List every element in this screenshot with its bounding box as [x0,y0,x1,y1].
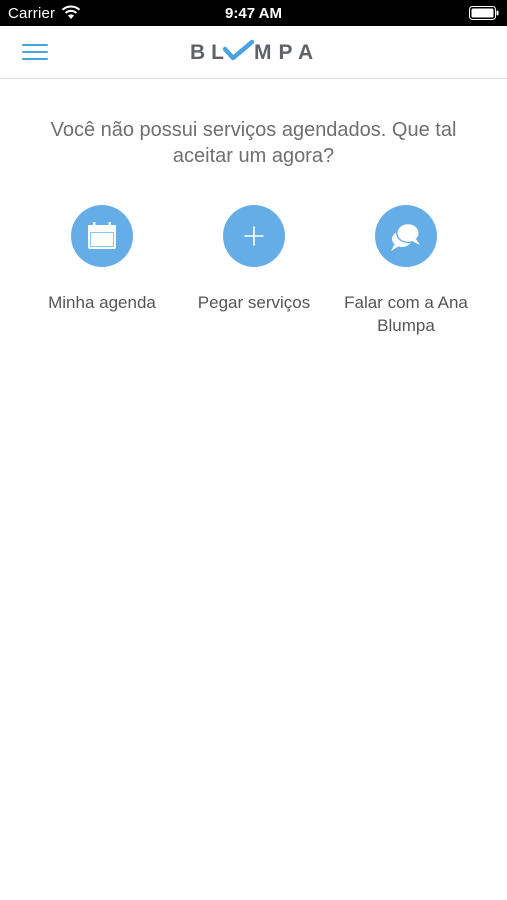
get-services-button[interactable]: Pegar serviços [174,205,334,314]
logo-text-right: MPA [254,41,320,64]
chat-bubbles-icon [391,223,420,251]
empty-state-message: Você não possui serviços agendados. Que … [50,119,457,167]
battery-icon [469,6,499,20]
plus-icon [244,226,264,246]
blumpa-logo: BL MPA [190,39,320,64]
status-time: 9:47 AM [225,5,282,22]
my-schedule-label: Minha agenda [48,293,156,312]
get-services-label: Pegar serviços [197,293,311,312]
chat-with-ana-button[interactable]: Falar com a Ana Blumpa [326,205,486,337]
chat-with-ana-circle [375,205,437,267]
get-services-circle [223,205,285,267]
nav-bar: BL MPA [0,26,507,79]
menu-button[interactable] [18,38,52,66]
status-bar: Carrier 9:47 AM [0,0,507,26]
calendar-icon [88,222,116,249]
logo-text-left: BL [190,41,230,64]
my-schedule-button[interactable]: Minha agenda [22,205,182,314]
my-schedule-circle [71,205,133,267]
chat-with-ana-label: Falar com a Ana Blumpa [344,293,468,335]
